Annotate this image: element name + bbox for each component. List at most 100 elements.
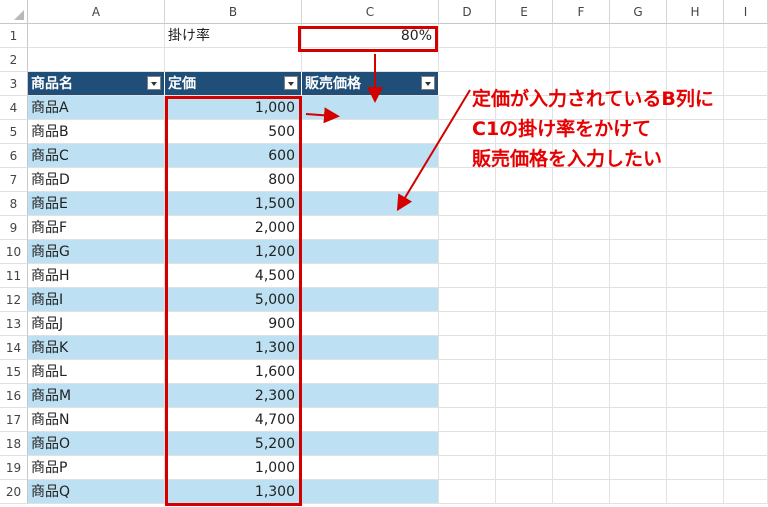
table-cell-list-price[interactable]: 1,000 bbox=[165, 456, 302, 480]
table-cell-list-price[interactable]: 800 bbox=[165, 168, 302, 192]
table-cell-list-price[interactable]: 5,000 bbox=[165, 288, 302, 312]
grid-cell[interactable] bbox=[610, 408, 667, 432]
grid-cell[interactable] bbox=[667, 24, 724, 48]
grid-cell[interactable] bbox=[439, 264, 496, 288]
grid-cell[interactable] bbox=[724, 264, 768, 288]
table-cell-sale-price[interactable] bbox=[302, 312, 439, 336]
grid-cell[interactable] bbox=[724, 216, 768, 240]
grid-cell[interactable] bbox=[439, 336, 496, 360]
grid-cell[interactable] bbox=[439, 480, 496, 504]
grid-cell[interactable] bbox=[724, 360, 768, 384]
table-cell-sale-price[interactable] bbox=[302, 360, 439, 384]
grid-cell[interactable] bbox=[439, 384, 496, 408]
table-cell-sale-price[interactable] bbox=[302, 264, 439, 288]
table-cell-product-name[interactable]: 商品Q bbox=[28, 480, 165, 504]
grid-cell[interactable] bbox=[553, 240, 610, 264]
grid-cell[interactable] bbox=[439, 456, 496, 480]
grid-cell[interactable] bbox=[553, 288, 610, 312]
grid-cell[interactable] bbox=[610, 312, 667, 336]
column-header-i[interactable]: I bbox=[724, 0, 768, 24]
grid-cell[interactable] bbox=[439, 240, 496, 264]
table-cell-product-name[interactable]: 商品D bbox=[28, 168, 165, 192]
row-header-6[interactable]: 6 bbox=[0, 144, 28, 168]
table-cell-list-price[interactable]: 1,600 bbox=[165, 360, 302, 384]
column-header-g[interactable]: G bbox=[610, 0, 667, 24]
row-header-15[interactable]: 15 bbox=[0, 360, 28, 384]
table-cell-sale-price[interactable] bbox=[302, 408, 439, 432]
grid-cell[interactable] bbox=[439, 192, 496, 216]
table-cell-sale-price[interactable] bbox=[302, 96, 439, 120]
table-cell-product-name[interactable]: 商品H bbox=[28, 264, 165, 288]
grid-cell[interactable] bbox=[496, 336, 553, 360]
grid-cell[interactable] bbox=[553, 408, 610, 432]
table-cell-sale-price[interactable] bbox=[302, 432, 439, 456]
grid-cell[interactable] bbox=[496, 240, 553, 264]
grid-cell[interactable] bbox=[724, 192, 768, 216]
column-header-c[interactable]: C bbox=[302, 0, 439, 24]
grid-cell[interactable] bbox=[496, 48, 553, 72]
grid-cell[interactable] bbox=[553, 480, 610, 504]
grid-cell[interactable] bbox=[610, 240, 667, 264]
grid-cell[interactable] bbox=[724, 312, 768, 336]
table-cell-list-price[interactable]: 5,200 bbox=[165, 432, 302, 456]
filter-dropdown-button[interactable] bbox=[147, 76, 161, 90]
grid-cell[interactable] bbox=[667, 264, 724, 288]
table-cell-product-name[interactable]: 商品B bbox=[28, 120, 165, 144]
table-cell-product-name[interactable]: 商品O bbox=[28, 432, 165, 456]
cell-c1-rate-value[interactable]: 80% bbox=[302, 24, 439, 48]
table-cell-list-price[interactable]: 4,500 bbox=[165, 264, 302, 288]
grid-cell[interactable] bbox=[496, 192, 553, 216]
grid-cell[interactable] bbox=[496, 216, 553, 240]
table-header-cell[interactable]: 商品名 bbox=[28, 72, 165, 96]
table-cell-product-name[interactable]: 商品L bbox=[28, 360, 165, 384]
table-cell-sale-price[interactable] bbox=[302, 216, 439, 240]
column-header-e[interactable]: E bbox=[496, 0, 553, 24]
filter-dropdown-button[interactable] bbox=[284, 76, 298, 90]
grid-cell[interactable] bbox=[439, 216, 496, 240]
grid-cell[interactable] bbox=[28, 48, 165, 72]
table-cell-product-name[interactable]: 商品K bbox=[28, 336, 165, 360]
grid-cell[interactable] bbox=[496, 288, 553, 312]
table-cell-product-name[interactable]: 商品J bbox=[28, 312, 165, 336]
grid-cell[interactable] bbox=[667, 288, 724, 312]
table-cell-product-name[interactable]: 商品A bbox=[28, 96, 165, 120]
grid-cell[interactable] bbox=[667, 336, 724, 360]
grid-cell[interactable] bbox=[610, 432, 667, 456]
grid-cell[interactable] bbox=[724, 144, 768, 168]
table-cell-product-name[interactable]: 商品E bbox=[28, 192, 165, 216]
table-cell-product-name[interactable]: 商品C bbox=[28, 144, 165, 168]
grid-cell[interactable] bbox=[724, 336, 768, 360]
grid-cell[interactable] bbox=[553, 336, 610, 360]
row-header-10[interactable]: 10 bbox=[0, 240, 28, 264]
row-header-20[interactable]: 20 bbox=[0, 480, 28, 504]
table-cell-list-price[interactable]: 900 bbox=[165, 312, 302, 336]
table-cell-sale-price[interactable] bbox=[302, 336, 439, 360]
table-cell-product-name[interactable]: 商品N bbox=[28, 408, 165, 432]
grid-cell[interactable] bbox=[610, 48, 667, 72]
grid-cell[interactable] bbox=[724, 24, 768, 48]
grid-cell[interactable] bbox=[667, 480, 724, 504]
cell-b1-rate-label[interactable]: 掛け率 bbox=[165, 24, 302, 48]
table-cell-product-name[interactable]: 商品F bbox=[28, 216, 165, 240]
grid-cell[interactable] bbox=[610, 336, 667, 360]
grid-cell[interactable] bbox=[724, 432, 768, 456]
table-cell-product-name[interactable]: 商品M bbox=[28, 384, 165, 408]
row-header-12[interactable]: 12 bbox=[0, 288, 28, 312]
grid-cell[interactable] bbox=[667, 312, 724, 336]
column-header-b[interactable]: B bbox=[165, 0, 302, 24]
grid-cell[interactable] bbox=[496, 408, 553, 432]
grid-cell[interactable] bbox=[610, 216, 667, 240]
grid-cell[interactable] bbox=[610, 360, 667, 384]
grid-cell[interactable] bbox=[667, 216, 724, 240]
select-all-corner[interactable] bbox=[0, 0, 28, 24]
grid-cell[interactable] bbox=[724, 384, 768, 408]
row-header-8[interactable]: 8 bbox=[0, 192, 28, 216]
table-cell-list-price[interactable]: 600 bbox=[165, 144, 302, 168]
grid-cell[interactable] bbox=[724, 48, 768, 72]
grid-cell[interactable] bbox=[667, 192, 724, 216]
table-cell-list-price[interactable]: 4,700 bbox=[165, 408, 302, 432]
row-header-19[interactable]: 19 bbox=[0, 456, 28, 480]
row-header-14[interactable]: 14 bbox=[0, 336, 28, 360]
grid-cell[interactable] bbox=[667, 48, 724, 72]
grid-cell[interactable] bbox=[724, 168, 768, 192]
